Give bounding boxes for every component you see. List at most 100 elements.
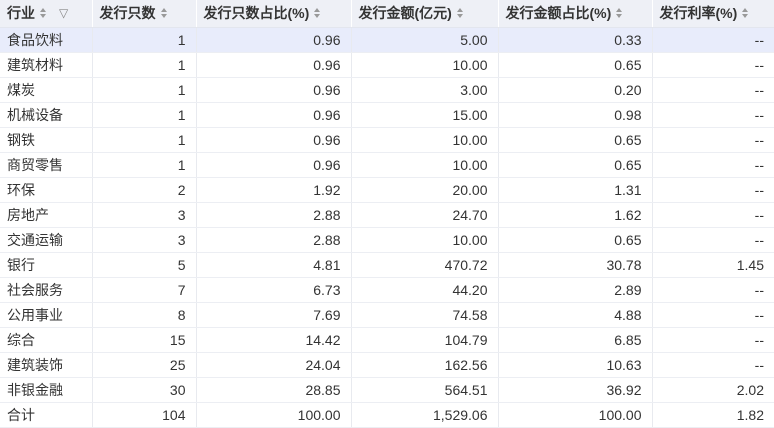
issue-count-cell: 3 (92, 202, 197, 228)
column-header-industry[interactable]: 行业 ▽ (0, 0, 93, 28)
industry-cell: 合计 (0, 402, 93, 428)
column-header-issue-amount[interactable]: 发行金额(亿元) (351, 0, 499, 28)
industry-cell: 食品饮料 (0, 27, 93, 53)
issue-count-cell: 1 (92, 77, 197, 103)
table-row[interactable]: 钢铁 1 0.96 10.00 0.65 -- (0, 127, 774, 153)
column-header-label: 发行只数 (99, 5, 156, 22)
issue-count-pct-cell: 0.96 (196, 152, 352, 178)
issue-count-pct-cell: 100.00 (196, 402, 352, 428)
table-row[interactable]: 建筑材料 1 0.96 10.00 0.65 -- (0, 52, 774, 78)
issue-amount-cell: 1,529.06 (351, 402, 499, 428)
column-header-label: 发行利率(%) (659, 5, 738, 22)
sort-icon[interactable] (742, 8, 749, 19)
industry-cell: 环保 (0, 177, 93, 203)
issue-count-pct-cell: 0.96 (196, 52, 352, 78)
table-row[interactable]: 社会服务 7 6.73 44.20 2.89 -- (0, 277, 774, 303)
issue-rate-cell: -- (652, 277, 774, 303)
table-header: 行业 ▽ 发行只数 发行只数占比(%) 发行金额(亿元) 发行金额占比(%) 发行… (0, 0, 774, 28)
issue-count-cell: 1 (92, 127, 197, 153)
issue-amount-pct-cell: 100.00 (498, 402, 653, 428)
table-row[interactable]: 煤炭 1 0.96 3.00 0.20 -- (0, 77, 774, 103)
industry-cell: 机械设备 (0, 102, 93, 128)
issue-amount-cell: 10.00 (351, 152, 499, 178)
issue-rate-cell: -- (652, 227, 774, 253)
table-row[interactable]: 综合 15 14.42 104.79 6.85 -- (0, 327, 774, 353)
issue-amount-cell: 104.79 (351, 327, 499, 353)
industry-cell: 建筑材料 (0, 52, 93, 78)
issue-count-pct-cell: 24.04 (196, 352, 352, 378)
issue-count-cell: 104 (92, 402, 197, 428)
issue-amount-cell: 10.00 (351, 52, 499, 78)
issue-count-pct-cell: 0.96 (196, 102, 352, 128)
issue-amount-pct-cell: 1.62 (498, 202, 653, 228)
issue-rate-cell: -- (652, 352, 774, 378)
issue-amount-pct-cell: 6.85 (498, 327, 653, 353)
column-header-issue-count-pct[interactable]: 发行只数占比(%) (196, 0, 352, 28)
column-header-issue-count[interactable]: 发行只数 (92, 0, 197, 28)
table-row[interactable]: 银行 5 4.81 470.72 30.78 1.45 (0, 252, 774, 278)
issue-amount-pct-cell: 0.65 (498, 52, 653, 78)
issue-amount-pct-cell: 1.31 (498, 177, 653, 203)
issue-amount-pct-cell: 0.98 (498, 102, 653, 128)
issue-rate-cell: -- (652, 152, 774, 178)
table-row[interactable]: 商贸零售 1 0.96 10.00 0.65 -- (0, 152, 774, 178)
issue-rate-cell: 1.45 (652, 252, 774, 278)
filter-icon[interactable]: ▽ (59, 6, 68, 20)
industry-cell: 综合 (0, 327, 93, 353)
issue-rate-cell: 2.02 (652, 377, 774, 403)
issue-amount-cell: 44.20 (351, 277, 499, 303)
industry-cell: 房地产 (0, 202, 93, 228)
issue-count-pct-cell: 4.81 (196, 252, 352, 278)
table-row[interactable]: 建筑装饰 25 24.04 162.56 10.63 -- (0, 352, 774, 378)
industry-cell: 钢铁 (0, 127, 93, 153)
issue-amount-cell: 10.00 (351, 127, 499, 153)
sort-icon[interactable] (314, 8, 321, 19)
sort-icon[interactable] (40, 8, 47, 19)
table-row[interactable]: 公用事业 8 7.69 74.58 4.88 -- (0, 302, 774, 328)
industry-cell: 煤炭 (0, 77, 93, 103)
issue-rate-cell: -- (652, 27, 774, 53)
sort-icon[interactable] (160, 8, 168, 19)
issue-count-pct-cell: 7.69 (196, 302, 352, 328)
issue-amount-cell: 10.00 (351, 227, 499, 253)
issue-amount-pct-cell: 36.92 (498, 377, 653, 403)
issue-count-cell: 30 (92, 377, 197, 403)
sort-icon[interactable] (616, 8, 623, 19)
sort-icon[interactable] (456, 8, 464, 19)
issue-count-cell: 25 (92, 352, 197, 378)
issue-count-pct-cell: 2.88 (196, 202, 352, 228)
column-header-label: 发行金额(亿元) (358, 5, 452, 22)
issue-amount-pct-cell: 4.88 (498, 302, 653, 328)
industry-cell: 银行 (0, 252, 93, 278)
issue-amount-pct-cell: 0.65 (498, 227, 653, 253)
table-row[interactable]: 交通运输 3 2.88 10.00 0.65 -- (0, 227, 774, 253)
column-header-label: 行业 (7, 5, 35, 22)
issue-count-pct-cell: 0.96 (196, 27, 352, 53)
total-row[interactable]: 合计 104 100.00 1,529.06 100.00 1.82 (0, 402, 774, 428)
column-header-issue-rate[interactable]: 发行利率(%) (652, 0, 774, 28)
issue-rate-cell: -- (652, 202, 774, 228)
table-row[interactable]: 食品饮料 1 0.96 5.00 0.33 -- (0, 27, 774, 53)
issue-amount-pct-cell: 2.89 (498, 277, 653, 303)
table-row[interactable]: 房地产 3 2.88 24.70 1.62 -- (0, 202, 774, 228)
issue-count-pct-cell: 1.92 (196, 177, 352, 203)
issue-amount-cell: 74.58 (351, 302, 499, 328)
issue-amount-pct-cell: 0.65 (498, 127, 653, 153)
issue-amount-cell: 24.70 (351, 202, 499, 228)
issue-amount-cell: 470.72 (351, 252, 499, 278)
column-header-label: 发行只数占比(%) (203, 5, 310, 22)
table-body: 食品饮料 1 0.96 5.00 0.33 -- 建筑材料 1 0.96 10.00 0.65 -- 煤… (0, 27, 774, 428)
column-header-issue-amount-pct[interactable]: 发行金额占比(%) (498, 0, 653, 28)
issue-rate-cell: -- (652, 102, 774, 128)
issue-amount-cell: 20.00 (351, 177, 499, 203)
issue-count-cell: 7 (92, 277, 197, 303)
issue-rate-cell: -- (652, 52, 774, 78)
issue-amount-cell: 564.51 (351, 377, 499, 403)
table-row[interactable]: 非银金融 30 28.85 564.51 36.92 2.02 (0, 377, 774, 403)
issue-count-cell: 1 (92, 152, 197, 178)
issue-amount-pct-cell: 0.33 (498, 27, 653, 53)
issue-rate-cell: -- (652, 177, 774, 203)
issue-count-cell: 1 (92, 27, 197, 53)
table-row[interactable]: 机械设备 1 0.96 15.00 0.98 -- (0, 102, 774, 128)
table-row[interactable]: 环保 2 1.92 20.00 1.31 -- (0, 177, 774, 203)
